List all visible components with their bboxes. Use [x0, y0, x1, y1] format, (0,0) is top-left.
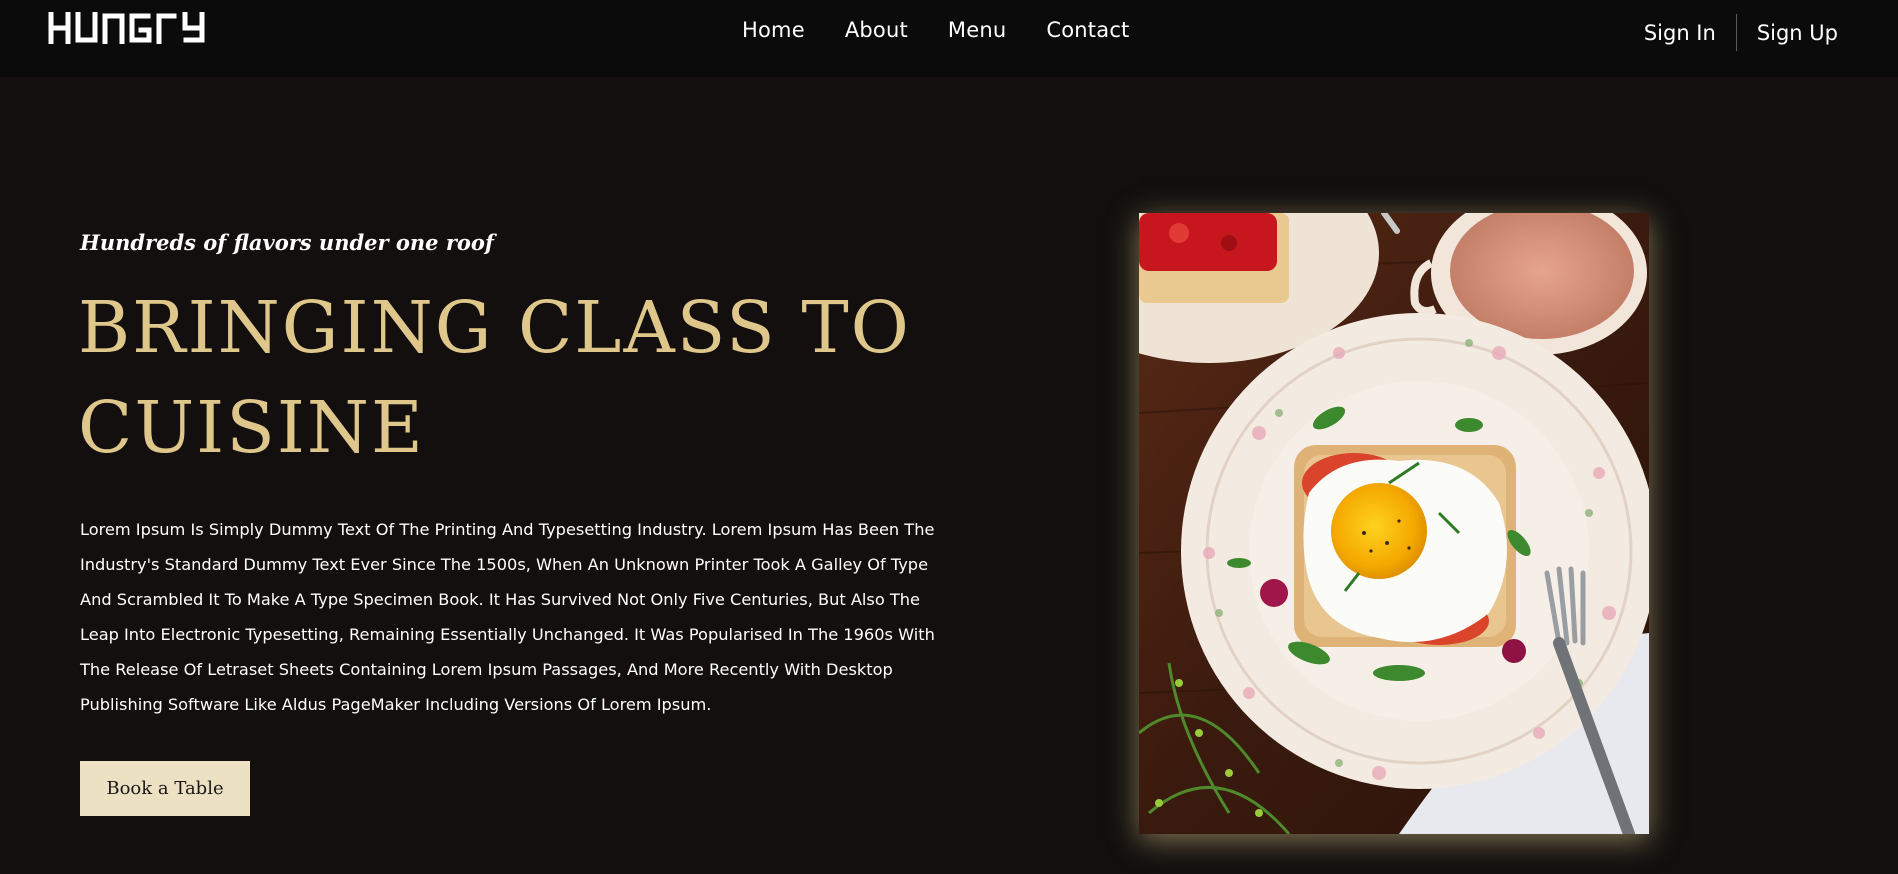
sign-in-link[interactable]: Sign In: [1644, 21, 1716, 45]
hero-description: Lorem Ipsum Is Simply Dummy Text Of The …: [80, 520, 935, 714]
hero-headline: BRINGING CLASS TO CUISINE: [78, 286, 911, 469]
auth-divider: [1735, 14, 1737, 51]
nav-home-link[interactable]: Home: [742, 18, 805, 42]
nav-about-link[interactable]: About: [845, 18, 908, 42]
sign-up-link[interactable]: Sign Up: [1757, 21, 1838, 45]
auth-links: Sign In Sign Up: [1644, 14, 1838, 51]
hungry-logo[interactable]: [48, 12, 218, 44]
hero-food-image: [1139, 213, 1649, 834]
hero-tagline: Hundreds of flavors under one roof: [80, 230, 494, 255]
main-nav: Home About Menu Contact: [742, 18, 1130, 42]
navbar: Home About Menu Contact Sign In Sign Up: [0, 0, 1898, 77]
nav-menu-link[interactable]: Menu: [948, 18, 1006, 42]
book-table-button[interactable]: Book a Table: [80, 761, 250, 816]
nav-contact-link[interactable]: Contact: [1046, 18, 1129, 42]
